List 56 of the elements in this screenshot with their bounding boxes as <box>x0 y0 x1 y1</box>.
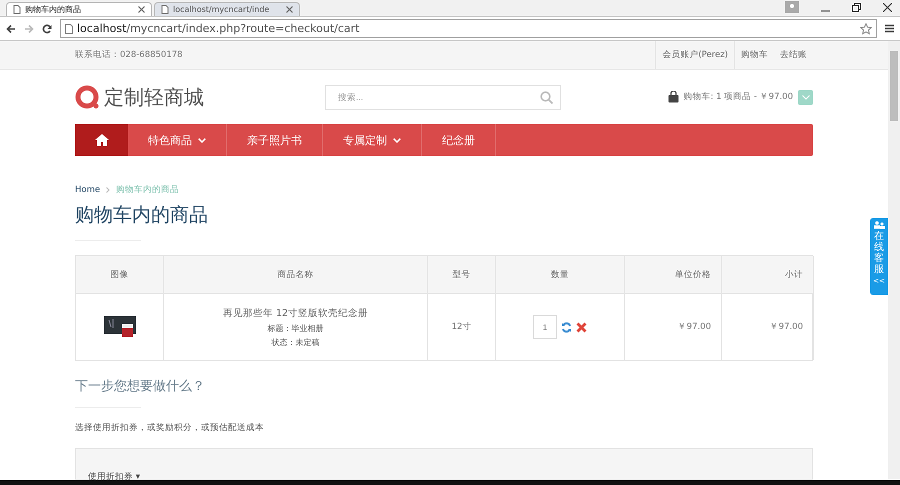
cart-summary[interactable]: 购物车: 1 项商品 - ￥97.00 <box>684 91 793 103</box>
column-header: 数量 <box>496 256 625 294</box>
close-icon[interactable] <box>138 6 145 13</box>
panel-heading[interactable]: 使用折扣券 ▾ <box>88 471 140 483</box>
column-header: 单位价格 <box>625 256 722 294</box>
nav-item[interactable]: 纪念册 <box>422 124 496 156</box>
address-bar[interactable]: localhost/mycncart/index.php?route=checkout/cart <box>60 19 877 38</box>
breadcrumb-link[interactable]: Home <box>75 185 100 195</box>
remove-icon[interactable] <box>576 322 587 332</box>
browser-tab[interactable]: 购物车内的商品 <box>6 2 152 16</box>
shopping-bag-icon <box>668 91 679 103</box>
user-icon[interactable] <box>785 1 799 13</box>
people-icon <box>874 221 884 229</box>
section-heading: 下一步您想要做什么？ <box>75 378 206 395</box>
top-link[interactable]: 会员账户(Perez) <box>655 41 734 69</box>
chevron-down-icon <box>802 94 810 100</box>
home-icon <box>94 134 108 146</box>
close-icon[interactable] <box>883 2 892 12</box>
reload-icon[interactable] <box>42 24 52 34</box>
page-title: 购物车内的商品 <box>75 203 209 228</box>
nav-item[interactable]: 特色商品 <box>128 124 227 156</box>
section-text: 选择使用折扣券，或奖励积分，或预估配送成本 <box>75 422 265 434</box>
page-icon <box>161 5 169 14</box>
product-name[interactable]: 再见那些年 12寸竖版软壳纪念册 <box>222 306 368 320</box>
browser-tab[interactable]: localhost/mycncart/inde <box>154 2 300 16</box>
phone-label: 联系电话： <box>75 49 120 61</box>
menu-icon[interactable] <box>885 24 894 33</box>
table-cell: 12寸 <box>428 294 496 360</box>
restore-icon[interactable] <box>852 2 861 12</box>
table-cell: ￥97.00 <box>722 294 814 360</box>
column-header: 小计 <box>722 256 814 294</box>
chevron-down-icon <box>393 138 401 142</box>
nav-item[interactable]: 专属定制 <box>323 124 422 156</box>
logo-text: 定制轻商城 <box>104 84 204 110</box>
product-option: 标题：毕业相册 <box>268 322 324 334</box>
home-button[interactable] <box>75 124 128 156</box>
search-field[interactable]: 搜索... <box>325 84 561 110</box>
refresh-icon[interactable] <box>561 322 572 332</box>
product-option: 状态：未定稿 <box>272 336 320 348</box>
column-header: 图像 <box>76 256 164 294</box>
page-icon <box>65 24 73 34</box>
logo-icon <box>75 85 101 109</box>
quantity-field[interactable]: 1 <box>533 315 557 339</box>
chevron-right-icon <box>106 187 110 193</box>
column-header: 型号 <box>428 256 496 294</box>
back-icon[interactable] <box>6 24 16 34</box>
column-header: 商品名称 <box>164 256 428 294</box>
star-icon[interactable] <box>860 22 872 34</box>
scrollbar[interactable] <box>888 41 900 480</box>
phone-number: 028-68850178 <box>120 50 183 60</box>
chevron-down-icon <box>198 138 206 142</box>
top-link[interactable]: 购物车 <box>734 41 774 69</box>
top-link[interactable]: 去结账 <box>774 41 813 69</box>
table-cell: ￥97.00 <box>625 294 722 360</box>
page-icon <box>13 5 21 14</box>
nav-item[interactable]: 亲子照片书 <box>227 124 323 156</box>
